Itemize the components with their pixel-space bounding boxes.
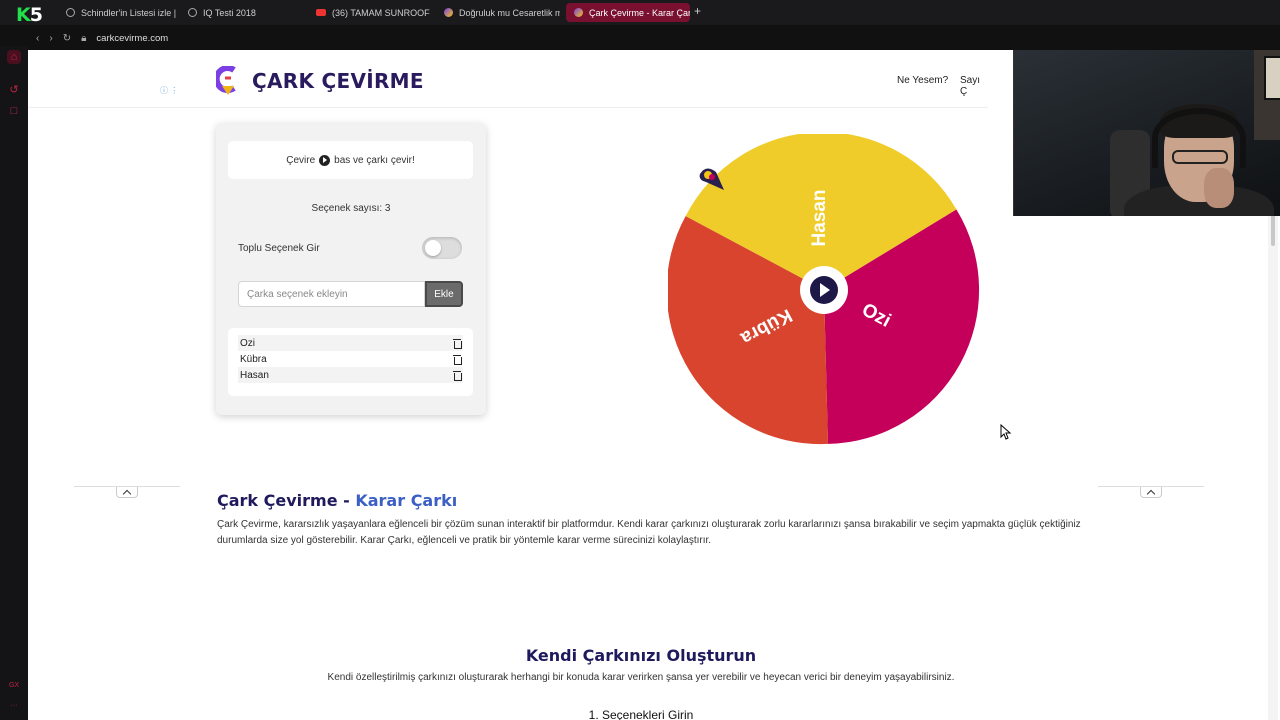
wheel-label-hasan: Hasan — [809, 189, 830, 246]
shopping-icon[interactable]: □ — [7, 104, 21, 118]
option-input[interactable] — [238, 281, 425, 307]
loading-icon — [188, 8, 197, 17]
site-icon — [444, 8, 453, 17]
home-icon[interactable]: ⌂ — [7, 50, 21, 64]
page-scrollbar[interactable] — [1268, 166, 1278, 720]
loading-icon — [66, 8, 75, 17]
youtube-icon — [316, 9, 326, 16]
section-title: Kendi Çarkınızı Oluşturun — [525, 646, 757, 665]
address-bar: ‹ › ↻ 🔒︎ carkcevirme.com — [28, 28, 988, 48]
browser-sidebar: ⌂ ↺ □ GX ··· — [0, 46, 28, 720]
gx-icon[interactable]: GX — [7, 678, 21, 692]
reload-icon[interactable]: ↻ — [63, 33, 71, 44]
logo-icon[interactable] — [216, 66, 240, 96]
chevron-up-icon[interactable] — [116, 487, 138, 498]
new-tab-button[interactable]: + — [694, 4, 701, 18]
step-heading: 1. Seçenekleri Girin — [588, 708, 694, 720]
site-header: ÇARK ÇEVİRME Ne Yesem? Sayı Ç — [28, 50, 988, 108]
url-field[interactable]: carkcevirme.com — [96, 33, 168, 44]
tab-schindler[interactable]: Schindler'in Listesi izle | F — [58, 3, 176, 22]
chevron-up-icon[interactable] — [1140, 487, 1162, 498]
collapse-handle-left[interactable] — [74, 484, 180, 498]
tab-cark-cevirme[interactable]: Çark Çevirme - Karar Çar — [566, 3, 690, 22]
site-icon — [574, 8, 583, 17]
bulk-entry-label: Toplu Seçenek Gir — [238, 243, 320, 254]
nav-ne-yesem[interactable]: Ne Yesem? — [897, 75, 948, 86]
section-text: Kendi özelleştirilmiş çarkınızı oluştura… — [327, 672, 955, 683]
option-count: Seçenek sayısı: 3 — [311, 203, 391, 214]
site-logo-text[interactable]: ÇARK ÇEVİRME — [252, 69, 424, 93]
list-item: Hasan — [238, 367, 463, 383]
tab-dogruluk[interactable]: Doğruluk mu Cesaretlik m — [436, 3, 560, 22]
trash-icon[interactable] — [453, 338, 462, 349]
wheel-pointer-icon — [699, 168, 724, 190]
forward-icon[interactable]: › — [49, 33, 52, 44]
webcam-overlay — [1013, 50, 1280, 216]
list-item: Ozi — [238, 335, 463, 351]
wheel-controls-card: Çevire bas ve çarkı çevir! Seçenek sayıs… — [216, 123, 486, 415]
tab-iq-test[interactable]: IQ Testi 2018 — [180, 3, 304, 22]
add-option-button[interactable]: Ekle — [425, 281, 463, 307]
browser-tab-bar: K5 Schindler'in Listesi izle | F IQ Test… — [0, 0, 1280, 25]
history-icon[interactable]: ↺ — [7, 82, 21, 96]
trash-icon[interactable] — [453, 354, 462, 365]
info-icon[interactable]: ⓘ ⋮ — [160, 85, 178, 96]
collapse-handle-right[interactable] — [1098, 484, 1204, 498]
lock-icon: 🔒︎ — [81, 32, 87, 44]
spin-hint: Çevire bas ve çarkı çevir! — [228, 141, 473, 179]
toggle-knob — [425, 240, 441, 256]
mouse-cursor-icon — [1000, 424, 1012, 440]
back-icon[interactable]: ‹ — [36, 33, 39, 44]
article-title: Çark Çevirme - Karar Çarkı — [217, 491, 458, 510]
page-viewport: ÇARK ÇEVİRME Ne Yesem? Sayı Ç ⓘ ⋮ Çevire… — [28, 50, 1280, 720]
list-item: Kübra — [238, 351, 463, 367]
nav-sayi[interactable]: Sayı Ç — [960, 75, 988, 97]
trash-icon[interactable] — [453, 370, 462, 381]
options-list: Ozi Kübra Hasan — [228, 328, 473, 396]
article-intro: Çark Çevirme, kararsızlık yaşayanlara eğ… — [217, 519, 1081, 546]
bulk-entry-toggle[interactable] — [422, 237, 462, 259]
stream-logo: K5 — [16, 4, 43, 26]
more-icon[interactable]: ··· — [7, 698, 21, 712]
tab-youtube[interactable]: (36) TAMAM SUNROOF | — [308, 3, 430, 22]
play-icon — [319, 154, 331, 166]
